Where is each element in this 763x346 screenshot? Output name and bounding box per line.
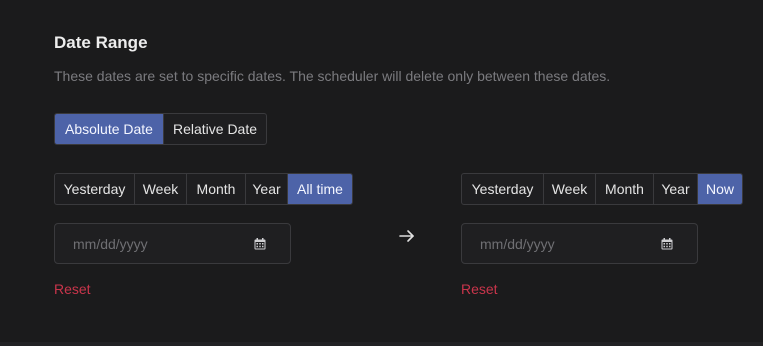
bottom-divider bbox=[0, 342, 763, 346]
to-reset-link[interactable]: Reset bbox=[461, 281, 498, 297]
relative-date-option[interactable]: Relative Date bbox=[164, 114, 266, 144]
to-date-placeholder: mm/dd/yyyy bbox=[480, 235, 555, 252]
date-mode-toggle: Absolute Date Relative Date bbox=[54, 113, 267, 145]
from-preset-group: Yesterday Week Month Year All time bbox=[54, 173, 353, 205]
from-preset-month[interactable]: Month bbox=[187, 174, 246, 204]
to-preset-week[interactable]: Week bbox=[544, 174, 596, 204]
to-preset-group: Yesterday Week Month Year Now bbox=[461, 173, 743, 205]
from-preset-all-time[interactable]: All time bbox=[288, 174, 352, 204]
calendar-icon[interactable] bbox=[254, 238, 266, 250]
section-description: These dates are set to specific dates. T… bbox=[54, 68, 611, 84]
from-preset-week[interactable]: Week bbox=[135, 174, 187, 204]
absolute-date-option[interactable]: Absolute Date bbox=[55, 114, 164, 144]
to-preset-now[interactable]: Now bbox=[698, 174, 742, 204]
calendar-icon[interactable] bbox=[661, 238, 673, 250]
to-preset-month[interactable]: Month bbox=[596, 174, 654, 204]
to-preset-year[interactable]: Year bbox=[654, 174, 698, 204]
section-title: Date Range bbox=[54, 33, 148, 52]
to-date-input[interactable]: mm/dd/yyyy bbox=[461, 223, 698, 264]
from-date-placeholder: mm/dd/yyyy bbox=[73, 235, 148, 252]
from-preset-yesterday[interactable]: Yesterday bbox=[55, 174, 135, 204]
arrow-right-icon bbox=[399, 230, 414, 242]
to-preset-yesterday[interactable]: Yesterday bbox=[462, 174, 544, 204]
from-reset-link[interactable]: Reset bbox=[54, 281, 91, 297]
from-date-input[interactable]: mm/dd/yyyy bbox=[54, 223, 291, 264]
from-preset-year[interactable]: Year bbox=[246, 174, 288, 204]
